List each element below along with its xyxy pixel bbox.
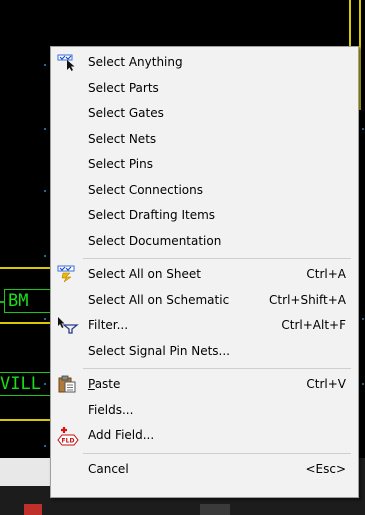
menu-item-select-gates[interactable]: Select Gates xyxy=(51,102,358,124)
menu-item-filter[interactable]: Filter... Ctrl+Alt+F xyxy=(51,314,358,336)
menu-separator xyxy=(83,258,351,259)
menu-item-select-parts[interactable]: Select Parts xyxy=(51,77,358,99)
menu-item-select-connections[interactable]: Select Connections xyxy=(51,179,358,201)
menu-item-label: Select Drafting Items xyxy=(88,208,216,222)
menu-item-shortcut: Ctrl+A xyxy=(306,267,346,281)
grid-dot xyxy=(44,190,46,192)
menu-item-label: Add Field... xyxy=(88,428,155,442)
grid-dot xyxy=(362,383,364,385)
context-menu: Select Anything Select Parts Select Gates S… xyxy=(50,46,359,498)
menu-item-fields[interactable]: Fields... xyxy=(51,399,358,421)
menu-item-label: Select Connections xyxy=(88,182,203,197)
select-all-icon xyxy=(57,265,77,283)
menu-item-label: Select Gates xyxy=(88,106,164,120)
menu-item-label: Select All on Schematic xyxy=(88,292,230,307)
status-bar xyxy=(0,458,50,486)
grid-dot xyxy=(44,64,46,66)
app-icon[interactable] xyxy=(200,504,230,515)
menu-item-select-all-on-sheet[interactable]: Select All on Sheet Ctrl+A xyxy=(51,263,358,285)
menu-item-shortcut: Ctrl+V xyxy=(306,377,346,391)
menu-item-select-anything[interactable]: Select Anything xyxy=(51,51,358,73)
menu-item-shortcut: Ctrl+Alt+F xyxy=(281,318,346,332)
menu-item-select-pins[interactable]: Select Pins xyxy=(51,153,358,175)
menu-item-select-documentation[interactable]: Select Documentation xyxy=(51,230,358,252)
grid-dot xyxy=(44,255,46,257)
menu-item-paste[interactable]: Paste Ctrl+V xyxy=(51,373,358,395)
svg-text:FLD: FLD xyxy=(62,437,75,444)
menu-item-label: Select Pins xyxy=(88,157,153,171)
wire xyxy=(0,322,50,324)
grid-dot xyxy=(362,128,364,130)
menu-item-label: Select Documentation xyxy=(88,233,222,248)
wire xyxy=(0,419,50,421)
grid-dot xyxy=(44,318,46,320)
net-label[interactable]: BM xyxy=(4,289,50,313)
menu-item-label: Select All on Sheet xyxy=(88,267,201,281)
wire xyxy=(0,267,50,269)
menu-item-label: Fields... xyxy=(88,402,134,417)
menu-item-label: Cancel xyxy=(88,461,129,476)
menu-item-shortcut: <Esc> xyxy=(305,461,346,476)
menu-separator xyxy=(83,452,351,454)
grid-dot xyxy=(44,128,46,130)
paste-icon xyxy=(57,375,77,393)
net-label-text: BM xyxy=(8,291,29,311)
menu-item-select-nets[interactable]: Select Nets xyxy=(51,128,358,150)
add-field-icon: FLD xyxy=(57,426,79,446)
pin xyxy=(0,301,4,303)
net-label[interactable]: VILL xyxy=(0,372,50,396)
menu-separator xyxy=(83,368,351,369)
select-arrow-icon xyxy=(57,53,77,71)
app-icon[interactable] xyxy=(24,504,42,515)
menu-item-cancel[interactable]: Cancel <Esc> xyxy=(51,458,358,480)
menu-item-select-all-on-schematic[interactable]: Select All on Schematic Ctrl+Shift+A xyxy=(51,289,358,311)
wire xyxy=(359,0,361,110)
menu-item-select-drafting-items[interactable]: Select Drafting Items xyxy=(51,204,358,226)
menu-item-add-field[interactable]: FLD Add Field... xyxy=(51,424,358,446)
menu-item-label: Select Parts xyxy=(88,80,159,95)
menu-item-label: Select Signal Pin Nets... xyxy=(88,343,230,358)
filter-icon xyxy=(57,316,79,334)
menu-item-label: Paste xyxy=(88,377,121,391)
net-label-text: VILL xyxy=(0,374,41,394)
grid-dot xyxy=(44,445,46,447)
wire xyxy=(349,0,351,46)
menu-item-label: Select Nets xyxy=(88,131,157,146)
menu-item-select-signal-pin-nets[interactable]: Select Signal Pin Nets... xyxy=(51,340,358,362)
menu-item-shortcut: Ctrl+Shift+A xyxy=(269,292,346,307)
grid-dot xyxy=(362,318,364,320)
menu-item-label: Select Anything xyxy=(88,55,183,69)
menu-item-label: Filter... xyxy=(88,318,129,332)
